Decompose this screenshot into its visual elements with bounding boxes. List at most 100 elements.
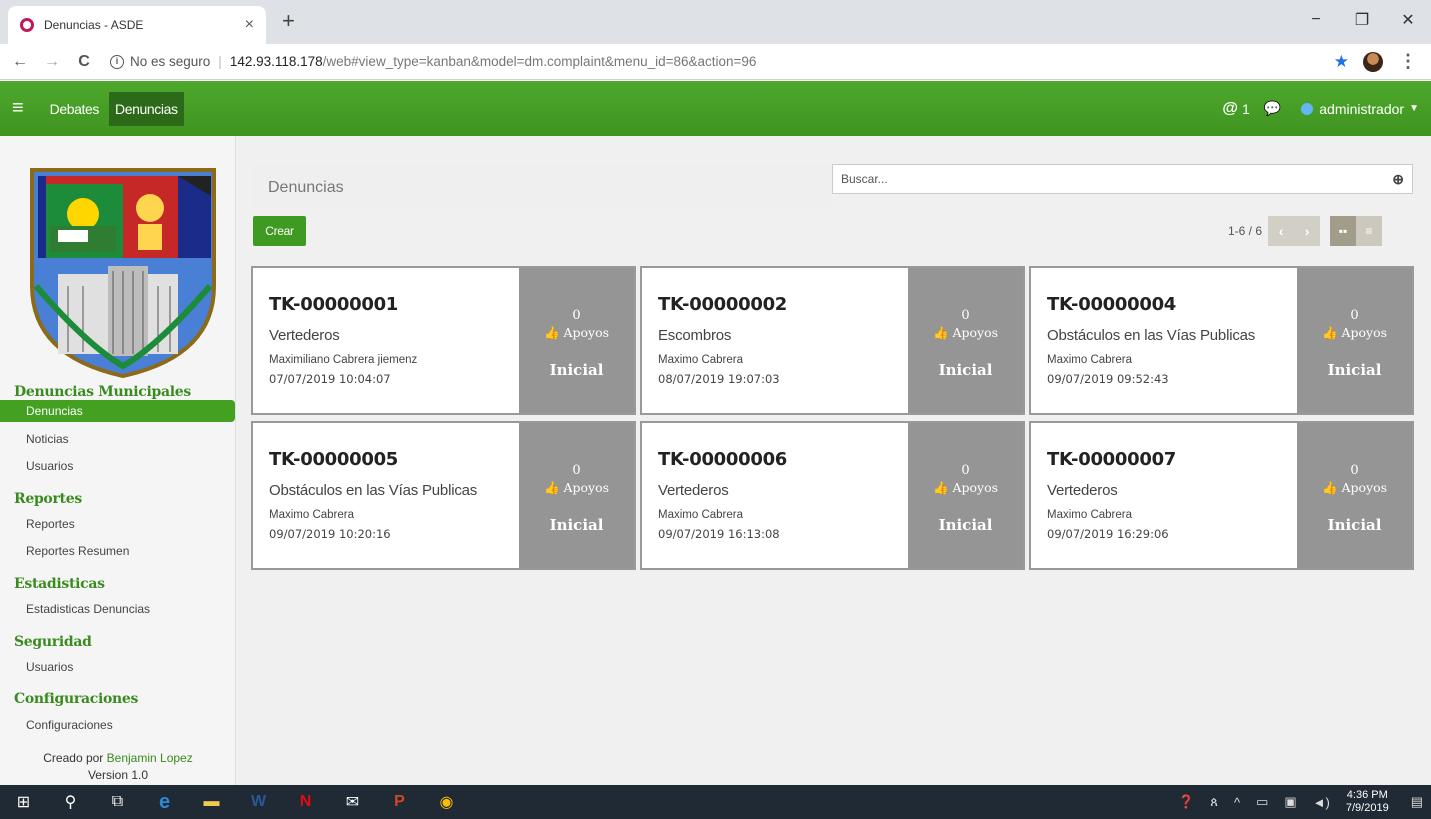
volume-icon[interactable]: ◄) bbox=[1313, 795, 1330, 810]
kanban-view-button[interactable]: ▪▪ bbox=[1330, 216, 1357, 246]
footer-version: Version 1.0 bbox=[87, 768, 149, 782]
pager-next-button[interactable]: › bbox=[1294, 216, 1321, 246]
sidebar-item-usuarios-seguridad[interactable]: Usuarios bbox=[0, 656, 235, 678]
kanban-card[interactable]: TK-00000007 Vertederos Maximo Cabrera 09… bbox=[1029, 421, 1414, 570]
sidebar-section-denuncias-municipales: Denuncias Municipales bbox=[14, 384, 191, 400]
powerpoint-icon[interactable]: P bbox=[376, 785, 423, 819]
pager-value[interactable]: 1-6 / 6 bbox=[1228, 224, 1262, 238]
browser-tab[interactable]: Denuncias - ASDE × bbox=[8, 6, 266, 44]
search-input[interactable] bbox=[841, 172, 1393, 186]
sidebar-item-reportes-resumen[interactable]: Reportes Resumen bbox=[0, 540, 235, 562]
top-menu-denuncias[interactable]: Denuncias bbox=[109, 91, 184, 126]
user-menu[interactable]: administrador bbox=[1319, 101, 1404, 117]
profile-avatar-icon[interactable] bbox=[1363, 51, 1383, 72]
notifications-icon[interactable]: ▤ bbox=[1411, 794, 1423, 810]
search-box: ⊕ bbox=[832, 164, 1413, 194]
sidebar: Denuncias Municipales Denuncias Noticias… bbox=[0, 136, 236, 785]
top-menu-debates[interactable]: Debates bbox=[44, 92, 105, 126]
windows-start-icon[interactable]: ⊞ bbox=[0, 785, 47, 819]
card-support-count: 0 bbox=[961, 463, 970, 478]
sidebar-item-configuraciones[interactable]: Configuraciones bbox=[0, 714, 235, 736]
file-explorer-icon[interactable]: ▬ bbox=[188, 785, 235, 819]
chrome-icon[interactable]: ◉ bbox=[423, 785, 470, 819]
card-category: Vertederos bbox=[1047, 482, 1118, 499]
footer-prefix: Creado por bbox=[43, 751, 104, 765]
chat-icon[interactable]: 💬 bbox=[1264, 100, 1281, 117]
card-apoyos-label: Apoyos bbox=[952, 480, 999, 495]
url-host: 142.93.118.178 bbox=[229, 54, 323, 69]
card-ticket-id: TK-00000006 bbox=[658, 449, 788, 470]
restore-button[interactable]: ❐ bbox=[1339, 10, 1385, 30]
task-view-icon[interactable]: ⧉ bbox=[94, 785, 141, 819]
tab-close-icon[interactable]: × bbox=[245, 16, 254, 34]
main-content: Denuncias ⊕ Crear 1-6 / 6 ‹ › ▪▪ ≡ TK-00… bbox=[236, 136, 1431, 785]
card-ticket-id: TK-00000002 bbox=[658, 294, 788, 315]
opera-favicon-icon bbox=[20, 18, 34, 32]
footer-author-link[interactable]: Benjamin Lopez bbox=[107, 751, 193, 765]
show-hidden-icons-icon[interactable]: ^ bbox=[1234, 795, 1240, 810]
battery-icon[interactable]: ▭ bbox=[1256, 794, 1268, 810]
mentions-count: 1 bbox=[1242, 100, 1250, 117]
card-status: Inicial bbox=[1327, 516, 1382, 534]
card-status-panel: 0 👍 Apoyos Inicial bbox=[908, 423, 1023, 568]
caret-down-icon[interactable]: ▼ bbox=[1409, 103, 1419, 114]
kanban-card[interactable]: TK-00000001 Vertederos Maximiliano Cabre… bbox=[251, 266, 636, 415]
info-icon[interactable]: i bbox=[110, 54, 124, 69]
sidebar-item-estadisticas-denuncias[interactable]: Estadisticas Denuncias bbox=[0, 598, 235, 620]
taskbar-clock[interactable]: 4:36 PM 7/9/2019 bbox=[1346, 789, 1389, 815]
search-icon[interactable]: ⊕ bbox=[1392, 171, 1404, 188]
card-status-panel: 0 👍 Apoyos Inicial bbox=[519, 268, 634, 413]
create-button[interactable]: Crear bbox=[253, 216, 306, 246]
reload-button[interactable]: C bbox=[72, 53, 96, 71]
kanban-card[interactable]: TK-00000004 Obstáculos en las Vías Publi… bbox=[1029, 266, 1414, 415]
clock-date: 7/9/2019 bbox=[1345, 802, 1389, 814]
card-person: Maximo Cabrera bbox=[658, 509, 743, 521]
mail-icon[interactable]: ✉ bbox=[329, 785, 376, 819]
url-separator: | bbox=[218, 54, 222, 69]
netflix-icon[interactable]: N bbox=[282, 785, 329, 819]
not-secure-label: No es seguro bbox=[130, 54, 211, 69]
card-apoyos-label: Apoyos bbox=[1341, 325, 1388, 340]
municipal-shield-logo bbox=[28, 166, 218, 381]
card-status: Inicial bbox=[938, 361, 993, 379]
hamburger-menu-icon[interactable]: ≡ bbox=[12, 97, 24, 120]
minimize-button[interactable]: − bbox=[1293, 11, 1339, 29]
sidebar-item-noticias[interactable]: Noticias bbox=[0, 428, 235, 450]
sidebar-item-usuarios[interactable]: Usuarios bbox=[0, 455, 235, 477]
card-category: Obstáculos en las Vías Publicas bbox=[269, 482, 478, 499]
sidebar-section-seguridad: Seguridad bbox=[14, 634, 92, 650]
sidebar-item-denuncias[interactable]: Denuncias bbox=[0, 400, 235, 422]
pager-previous-button[interactable]: ‹ bbox=[1268, 216, 1295, 246]
thumbs-up-icon: 👍 bbox=[1321, 480, 1338, 495]
new-tab-button[interactable]: + bbox=[282, 10, 295, 32]
search-taskbar-icon[interactable]: ⚲ bbox=[47, 785, 94, 819]
top-menu: Debates Denuncias bbox=[44, 81, 188, 136]
sidebar-item-reportes[interactable]: Reportes bbox=[0, 513, 235, 535]
edge-icon[interactable]: e bbox=[141, 785, 188, 819]
back-button[interactable]: ← bbox=[8, 53, 32, 71]
card-status: Inicial bbox=[549, 361, 604, 379]
thumbs-up-icon: 👍 bbox=[543, 325, 560, 340]
card-person: Maximo Cabrera bbox=[1047, 354, 1132, 366]
kanban-card[interactable]: TK-00000006 Vertederos Maximo Cabrera 09… bbox=[640, 421, 1025, 570]
word-icon[interactable]: W bbox=[235, 785, 282, 819]
close-window-button[interactable]: ✕ bbox=[1385, 10, 1431, 30]
network-icon[interactable]: ▣ bbox=[1284, 794, 1296, 810]
url-field[interactable]: i No es seguro | 142.93.118.178 /web#vie… bbox=[110, 54, 1334, 69]
kanban-card[interactable]: TK-00000002 Escombros Maximo Cabrera 08/… bbox=[640, 266, 1025, 415]
kanban-card[interactable]: TK-00000005 Obstáculos en las Vías Publi… bbox=[251, 421, 636, 570]
browser-menu-icon[interactable]: ⋮ bbox=[1399, 51, 1417, 72]
sidebar-footer: Creado por Benjamin Lopez Version 1.0 bbox=[0, 750, 236, 784]
people-icon[interactable]: ጰ bbox=[1210, 794, 1218, 810]
windows-taskbar: ⊞ ⚲ ⧉ e ▬ W N ✉ P ◉ ❓ ጰ ^ ▭ ▣ ◄) 4:36 PM… bbox=[0, 785, 1431, 819]
bookmark-star-icon[interactable]: ★ bbox=[1334, 52, 1349, 72]
card-support-count: 0 bbox=[572, 308, 581, 323]
help-icon[interactable]: ❓ bbox=[1178, 794, 1194, 810]
window-controls: − ❐ ✕ bbox=[1293, 0, 1431, 40]
forward-button[interactable]: → bbox=[40, 53, 64, 71]
mentions-icon[interactable]: @ bbox=[1222, 100, 1238, 118]
list-view-button[interactable]: ≡ bbox=[1356, 216, 1383, 246]
address-bar: ← → C i No es seguro | 142.93.118.178 /w… bbox=[0, 44, 1431, 80]
card-apoyos-label: Apoyos bbox=[563, 325, 610, 340]
card-ticket-id: TK-00000005 bbox=[269, 449, 399, 470]
